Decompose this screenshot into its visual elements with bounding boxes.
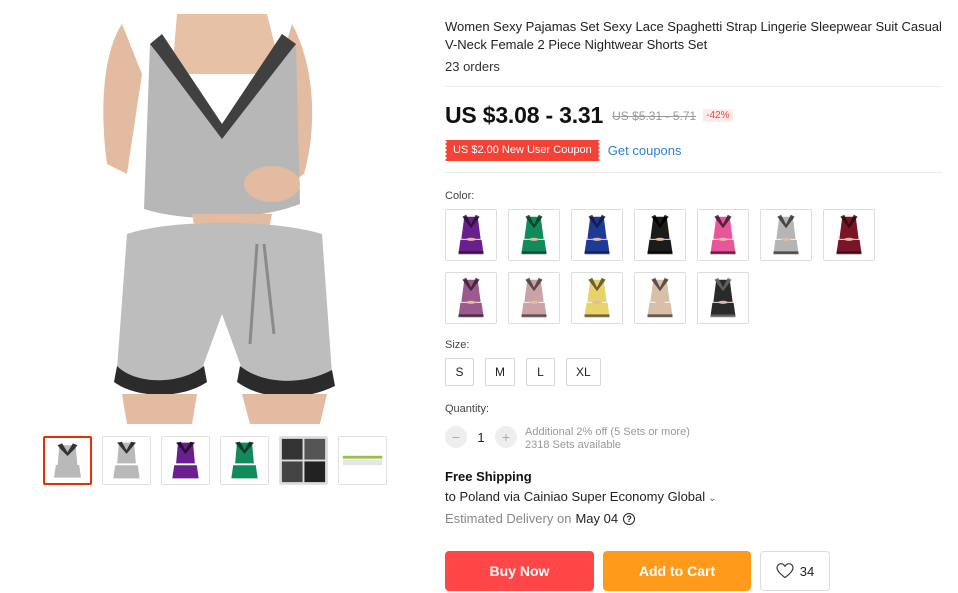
color-swatch-5[interactable]: [697, 209, 749, 261]
size-option-l[interactable]: L: [526, 358, 555, 386]
size-label: Size:: [445, 339, 470, 351]
new-user-coupon-badge[interactable]: US $2.00 New User Coupon: [443, 140, 602, 161]
original-price: US $5.31 - 5.71: [612, 108, 697, 123]
color-swatch-8[interactable]: [445, 272, 497, 324]
price-row: US $3.08 - 3.31 US $5.31 - 5.71 -42%: [445, 102, 733, 129]
thumbnail-purple-set[interactable]: [161, 436, 210, 485]
thumbnail-gray-set-model[interactable]: [43, 436, 92, 485]
thumbnail-size-chart[interactable]: [338, 436, 387, 485]
quantity-input[interactable]: [467, 426, 495, 448]
thumbnail-lace-detail[interactable]: [279, 436, 328, 485]
chevron-down-icon: ⌄: [708, 493, 717, 504]
color-swatch-list: [445, 209, 885, 324]
color-swatch-11[interactable]: [634, 272, 686, 324]
heart-icon: [776, 563, 794, 579]
product-title: Women Sexy Pajamas Set Sexy Lace Spaghet…: [445, 19, 942, 52]
shipping-destination: to Poland via Cainiao Super Economy Glob…: [445, 489, 706, 504]
discount-badge: -42%: [703, 109, 733, 122]
size-option-m[interactable]: M: [485, 358, 515, 386]
coupon-row: US $2.00 New User Coupon Get coupons: [443, 140, 682, 161]
buy-now-button[interactable]: Buy Now: [445, 551, 594, 591]
size-options: S M L XL: [445, 358, 601, 386]
estimated-delivery: Estimated Delivery on May 04 ?: [445, 511, 636, 526]
wishlist-button[interactable]: 34: [760, 551, 830, 591]
help-icon[interactable]: ?: [623, 512, 636, 525]
estimated-delivery-label: Estimated Delivery on: [445, 511, 572, 526]
color-label: Color:: [445, 190, 475, 202]
estimated-delivery-date: May 04: [575, 511, 619, 526]
color-swatch-2[interactable]: [508, 209, 560, 261]
add-to-cart-button[interactable]: Add to Cart: [603, 551, 751, 591]
divider: [445, 86, 942, 87]
size-option-s[interactable]: S: [445, 358, 474, 386]
order-count: 23 orders: [445, 59, 500, 74]
stock-available: 2318 Sets available: [525, 439, 622, 451]
thumbnail-strip: [43, 436, 387, 485]
color-swatch-12[interactable]: [697, 272, 749, 324]
wishlist-count: 34: [799, 563, 815, 579]
current-price: US $3.08 - 3.31: [445, 102, 604, 128]
divider: [445, 172, 942, 173]
quantity-label: Quantity:: [445, 403, 490, 415]
color-swatch-6[interactable]: [760, 209, 812, 261]
quantity-increase-button[interactable]: +: [495, 426, 517, 448]
color-swatch-7[interactable]: [823, 209, 875, 261]
quantity-info: Additional 2% off (5 Sets or more) 2318 …: [525, 426, 690, 452]
color-swatch-9[interactable]: [508, 272, 560, 324]
get-coupons-link[interactable]: Get coupons: [608, 143, 682, 158]
shipping-destination-selector[interactable]: to Poland via Cainiao Super Economy Glob…: [445, 489, 717, 504]
color-swatch-1[interactable]: [445, 209, 497, 261]
thumbnail-green-set[interactable]: [220, 436, 269, 485]
color-swatch-10[interactable]: [571, 272, 623, 324]
quantity-decrease-button[interactable]: −: [445, 426, 467, 448]
main-product-image[interactable]: [82, 14, 362, 424]
color-swatch-4[interactable]: [634, 209, 686, 261]
thumbnail-gray-set-flat[interactable]: [102, 436, 151, 485]
size-option-xl[interactable]: XL: [566, 358, 601, 386]
color-swatch-3[interactable]: [571, 209, 623, 261]
shipping-title: Free Shipping: [445, 469, 532, 484]
bulk-discount-note: Additional 2% off (5 Sets or more): [525, 426, 690, 438]
quantity-stepper: − + Additional 2% off (5 Sets or more) 2…: [445, 426, 690, 452]
